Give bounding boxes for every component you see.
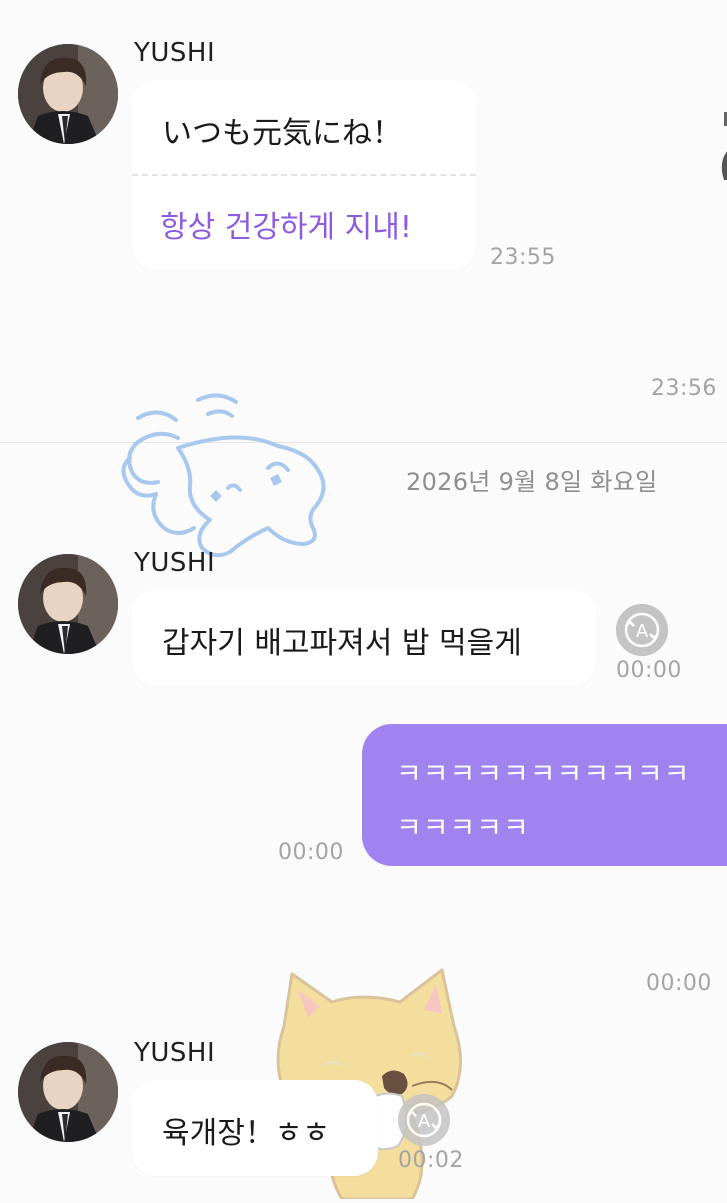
translate-button[interactable]: A [398,1094,450,1146]
message-bubble[interactable]: 육개장！ㅎㅎ [132,1080,378,1176]
outgoing-message-line: ㅋㅋㅋㅋㅋㅋㅋㅋㅋㅋㅋ [396,757,691,790]
message-text: 육개장！ㅎㅎ [162,1116,330,1151]
svg-text:A: A [636,621,649,642]
message-time: 23:56 [651,376,717,401]
message-translation-text: 항상 건강하게 지내! [160,210,412,245]
outgoing-message-line: ㅋㅋㅋㅋㅋ [396,811,530,844]
avatar[interactable] [18,554,118,654]
sticker-bird-icon [121,393,326,558]
svg-text:A: A [418,1111,431,1132]
message-bubble[interactable]: いつも元気にね！ 항상 건강하게 지내! [132,80,476,270]
message-time: 00:00 [278,840,344,865]
message-time: 23:55 [490,245,556,270]
sender-name: YUSHI [134,1038,216,1068]
avatar[interactable] [18,1042,118,1142]
message-time: 00:00 [646,971,712,996]
translate-button[interactable]: A [616,604,668,656]
sender-name: YUSHI [134,548,216,578]
message-text: 갑자기 배고파져서 밥 먹을게 [162,626,522,661]
section-divider [0,442,727,443]
outgoing-message-bubble[interactable]: ㅋㅋㅋㅋㅋㅋㅋㅋㅋㅋㅋ ㅋㅋㅋㅋㅋ [362,724,727,866]
avatar-photo-icon [18,44,118,144]
message-original-text: いつも元気にね！ [162,116,402,151]
avatar[interactable] [18,44,118,144]
sticker-bird[interactable] [118,388,338,563]
date-separator: 2026년 9월 8일 화요일 [406,468,658,496]
partial-message-edge [716,110,727,240]
avatar-photo-icon [18,1042,118,1142]
sender-name: YUSHI [134,38,216,68]
translate-icon: A [616,604,668,656]
avatar-photo-icon [18,554,118,654]
message-bubble[interactable]: 갑자기 배고파져서 밥 먹을게 [132,590,596,686]
translate-icon: A [398,1094,450,1146]
message-time: 00:00 [616,658,682,683]
message-time: 00:02 [398,1148,464,1173]
translation-divider [132,174,476,176]
